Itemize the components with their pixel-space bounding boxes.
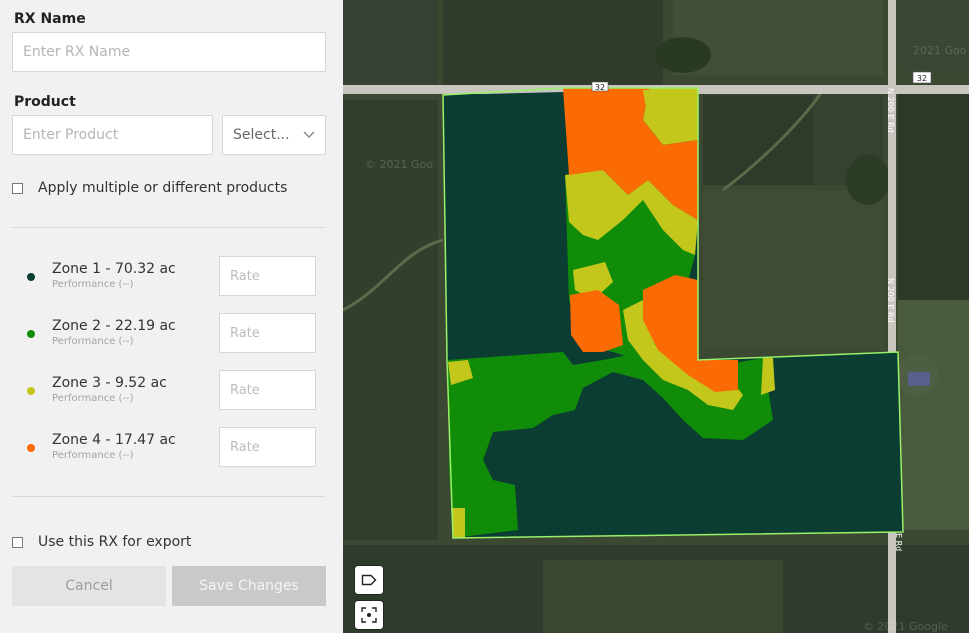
apply-multiple-row[interactable]: Apply multiple or different products bbox=[12, 180, 287, 196]
apply-multiple-checkbox[interactable] bbox=[12, 182, 23, 194]
farm-plot bbox=[898, 90, 969, 300]
apply-multiple-label: Apply multiple or different products bbox=[38, 180, 288, 196]
rx-name-input[interactable]: Enter RX Name bbox=[12, 32, 326, 72]
zone-rate-input[interactable]: Rate bbox=[219, 256, 316, 296]
zone-performance: Performance (--) bbox=[52, 450, 134, 461]
farm-plot bbox=[898, 300, 969, 530]
product-select[interactable]: Select... bbox=[222, 115, 326, 155]
product-input[interactable]: Enter Product bbox=[12, 115, 213, 155]
farm-plot bbox=[703, 95, 813, 185]
road-label: E Rd bbox=[894, 533, 903, 551]
farm-plot bbox=[898, 0, 969, 70]
chevron-down-icon bbox=[303, 131, 315, 139]
farm-plot bbox=[343, 0, 438, 87]
zone-row-2: Zone 2 - 22.19 ac Performance (--) Rate bbox=[0, 313, 343, 353]
divider bbox=[12, 227, 325, 228]
map-watermark: 2021 Goo bbox=[913, 44, 967, 57]
zone-color-dot bbox=[27, 330, 35, 338]
road-label: N 200 E Rd bbox=[886, 88, 895, 133]
road-shield-text: 32 bbox=[595, 83, 605, 92]
product-select-value: Select... bbox=[233, 127, 290, 143]
zone-rate-input[interactable]: Rate bbox=[219, 427, 316, 467]
map-watermark: © 2021 Google bbox=[863, 620, 948, 633]
zone-3-area bbox=[761, 358, 775, 395]
zone-rate-input[interactable]: Rate bbox=[219, 370, 316, 410]
export-checkbox[interactable] bbox=[12, 536, 23, 548]
zone-color-dot bbox=[27, 387, 35, 395]
locate-button[interactable] bbox=[355, 601, 383, 629]
building-roof bbox=[908, 372, 930, 386]
export-label: Use this RX for export bbox=[38, 534, 192, 550]
zone-row-4: Zone 4 - 17.47 ac Performance (--) Rate bbox=[0, 427, 343, 467]
rx-name-label: RX Name bbox=[14, 11, 86, 27]
zone-rate-input[interactable]: Rate bbox=[219, 313, 316, 353]
road-shield-text: 32 bbox=[917, 74, 927, 83]
focus-locate-icon bbox=[361, 607, 377, 623]
field-map[interactable]: 32 32 N 200 E Rd N 200 E Rd E Rd © 2021 … bbox=[343, 0, 969, 633]
zone-color-dot bbox=[27, 444, 35, 452]
label-button[interactable] bbox=[355, 566, 383, 594]
tree-cluster bbox=[846, 155, 890, 205]
product-label: Product bbox=[14, 94, 76, 110]
rx-form-panel: RX Name Enter RX Name Product Enter Prod… bbox=[0, 0, 343, 633]
label-tag-icon bbox=[361, 574, 377, 586]
zone-name: Zone 4 - 17.47 ac bbox=[52, 432, 176, 448]
zone-performance: Performance (--) bbox=[52, 279, 134, 290]
zone-performance: Performance (--) bbox=[52, 336, 134, 347]
divider bbox=[12, 496, 325, 497]
cancel-button[interactable]: Cancel bbox=[12, 566, 166, 606]
zone-performance: Performance (--) bbox=[52, 393, 134, 404]
export-row[interactable]: Use this RX for export bbox=[12, 534, 191, 550]
zone-name: Zone 2 - 22.19 ac bbox=[52, 318, 176, 334]
zone-row-1: Zone 1 - 70.32 ac Performance (--) Rate bbox=[0, 256, 343, 296]
farm-plot bbox=[443, 0, 663, 85]
road-label: N 200 E Rd bbox=[886, 278, 895, 323]
zone-name: Zone 3 - 9.52 ac bbox=[52, 375, 167, 391]
tree-cluster bbox=[655, 37, 711, 73]
save-changes-button[interactable]: Save Changes bbox=[172, 566, 326, 606]
zone-name: Zone 1 - 70.32 ac bbox=[52, 261, 176, 277]
farm-plot bbox=[543, 560, 783, 633]
satellite-imagery: 32 32 N 200 E Rd N 200 E Rd E Rd © 2021 … bbox=[343, 0, 969, 633]
zone-row-3: Zone 3 - 9.52 ac Performance (--) Rate bbox=[0, 370, 343, 410]
map-watermark: © 2021 Goo bbox=[365, 158, 433, 171]
zone-color-dot bbox=[27, 273, 35, 281]
farm-plot bbox=[703, 190, 883, 350]
